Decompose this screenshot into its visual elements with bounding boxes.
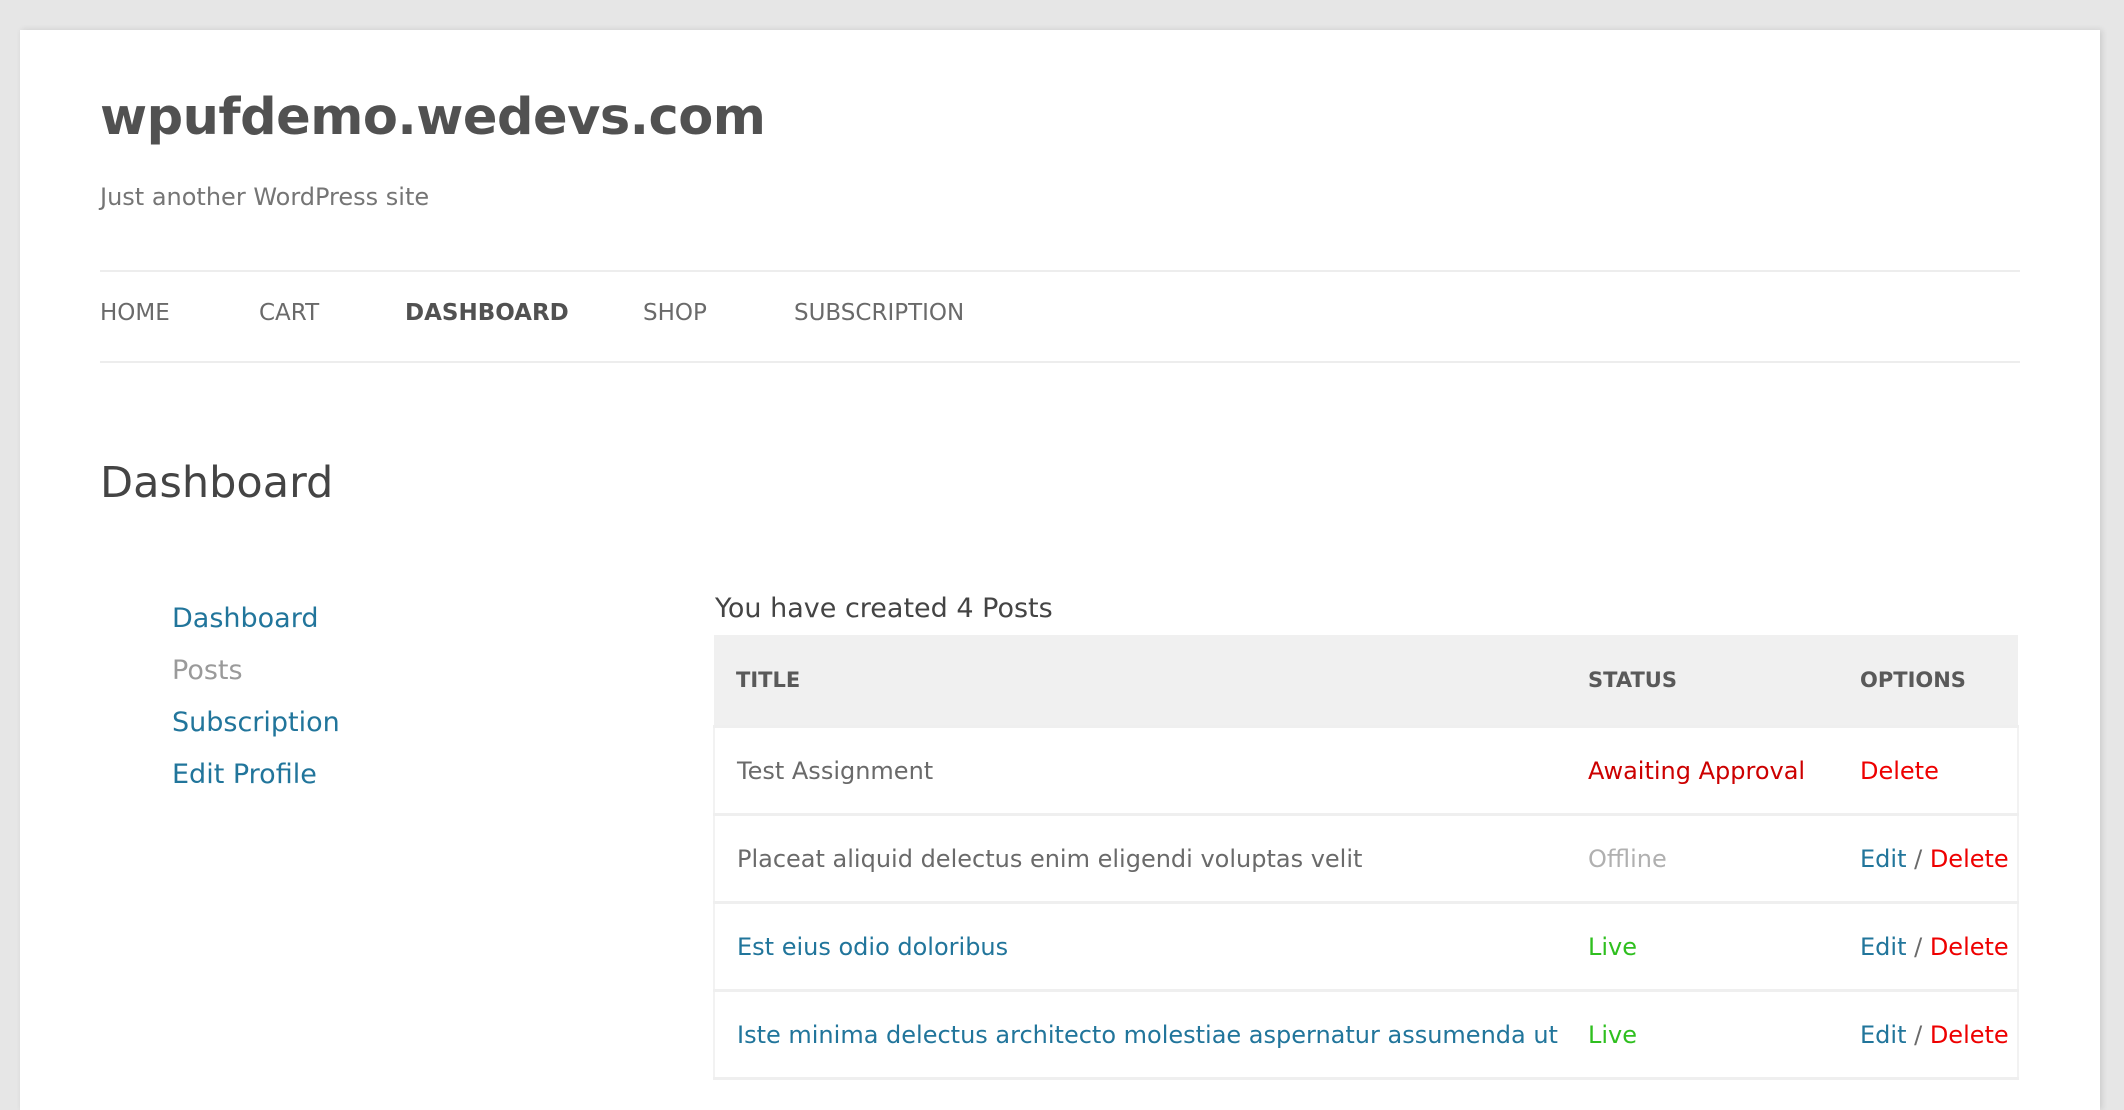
options-separator: / bbox=[1906, 844, 1930, 873]
table-row: Est eius odio doloribus Live Edit / Delete bbox=[713, 901, 2019, 991]
delete-post-link[interactable]: Delete bbox=[1930, 933, 2009, 961]
status-badge: Live bbox=[1588, 1020, 1638, 1049]
post-options-cell: Delete bbox=[1838, 725, 2019, 815]
table-row: Test Assignment Awaiting Approval Delete bbox=[713, 725, 2019, 815]
posts-table-body: Test Assignment Awaiting Approval Delete Pl… bbox=[713, 725, 2019, 1080]
site-title[interactable]: wpufdemo.wedevs.com bbox=[100, 92, 766, 143]
sidebar-item-dashboard[interactable]: Dashboard bbox=[172, 593, 340, 645]
table-row: Iste minima delectus architecto molestia… bbox=[713, 989, 2019, 1080]
delete-post-link[interactable]: Delete bbox=[1930, 845, 2009, 873]
nav-item-shop[interactable]: SHOP bbox=[643, 302, 707, 325]
options-separator: / bbox=[1906, 1020, 1930, 1049]
post-title-cell: Placeat aliquid delectus enim eligendi v… bbox=[713, 813, 1566, 903]
nav-item-subscription[interactable]: SUBSCRIPTION bbox=[794, 302, 964, 325]
table-row: Placeat aliquid delectus enim eligendi v… bbox=[713, 813, 2019, 903]
table-header-row: TITLE STATUS OPTIONS bbox=[714, 635, 2018, 727]
post-title-cell: Iste minima delectus architecto molestia… bbox=[713, 989, 1566, 1080]
post-status-cell: Live bbox=[1566, 901, 1838, 991]
post-status-cell: Offline bbox=[1566, 813, 1838, 903]
post-options-cell: Edit / Delete bbox=[1838, 989, 2019, 1080]
post-title-link[interactable]: Est eius odio doloribus bbox=[737, 933, 1008, 961]
page-card: wpufdemo.wedevs.com Just another WordPre… bbox=[20, 30, 2100, 1110]
post-status-cell: Awaiting Approval bbox=[1566, 725, 1838, 815]
options-separator: / bbox=[1906, 932, 1930, 961]
post-title-link[interactable]: Iste minima delectus architecto molestia… bbox=[737, 1021, 1558, 1049]
status-badge: Offline bbox=[1588, 844, 1667, 873]
post-status-cell: Live bbox=[1566, 989, 1838, 1080]
status-badge: Live bbox=[1588, 932, 1638, 961]
post-title: Test Assignment bbox=[737, 756, 934, 785]
delete-post-link[interactable]: Delete bbox=[1930, 1021, 2009, 1049]
status-badge: Awaiting Approval bbox=[1588, 756, 1806, 785]
dashboard-sidebar-menu: Dashboard Posts Subscription Edit Profil… bbox=[172, 593, 340, 801]
posts-table: TITLE STATUS OPTIONS Test Assignment Awai… bbox=[713, 635, 2019, 1080]
edit-post-link[interactable]: Edit bbox=[1860, 933, 1906, 961]
post-options-cell: Edit / Delete bbox=[1838, 813, 2019, 903]
page-title: Dashboard bbox=[100, 458, 334, 508]
column-header-status: STATUS bbox=[1566, 635, 1838, 727]
sidebar-item-posts[interactable]: Posts bbox=[172, 645, 340, 697]
post-title-cell: Est eius odio doloribus bbox=[713, 901, 1566, 991]
main-navigation: HOME CART DASHBOARD SHOP SUBSCRIPTION bbox=[100, 270, 2020, 363]
edit-post-link[interactable]: Edit bbox=[1860, 845, 1906, 873]
post-title: Placeat aliquid delectus enim eligendi v… bbox=[737, 844, 1363, 873]
edit-post-link[interactable]: Edit bbox=[1860, 1021, 1906, 1049]
column-header-options: OPTIONS bbox=[1838, 635, 2018, 727]
nav-item-dashboard[interactable]: DASHBOARD bbox=[405, 302, 569, 325]
sidebar-item-subscription[interactable]: Subscription bbox=[172, 697, 340, 749]
nav-item-home[interactable]: HOME bbox=[100, 302, 170, 325]
delete-post-link[interactable]: Delete bbox=[1860, 757, 1939, 785]
column-header-title: TITLE bbox=[714, 635, 1566, 727]
sidebar-item-edit-profile[interactable]: Edit Profile bbox=[172, 749, 340, 801]
post-title-cell: Test Assignment bbox=[713, 725, 1566, 815]
post-options-cell: Edit / Delete bbox=[1838, 901, 2019, 991]
posts-summary: You have created 4 Posts bbox=[715, 593, 1053, 624]
site-tagline: Just another WordPress site bbox=[100, 183, 430, 211]
nav-item-cart[interactable]: CART bbox=[259, 302, 319, 325]
